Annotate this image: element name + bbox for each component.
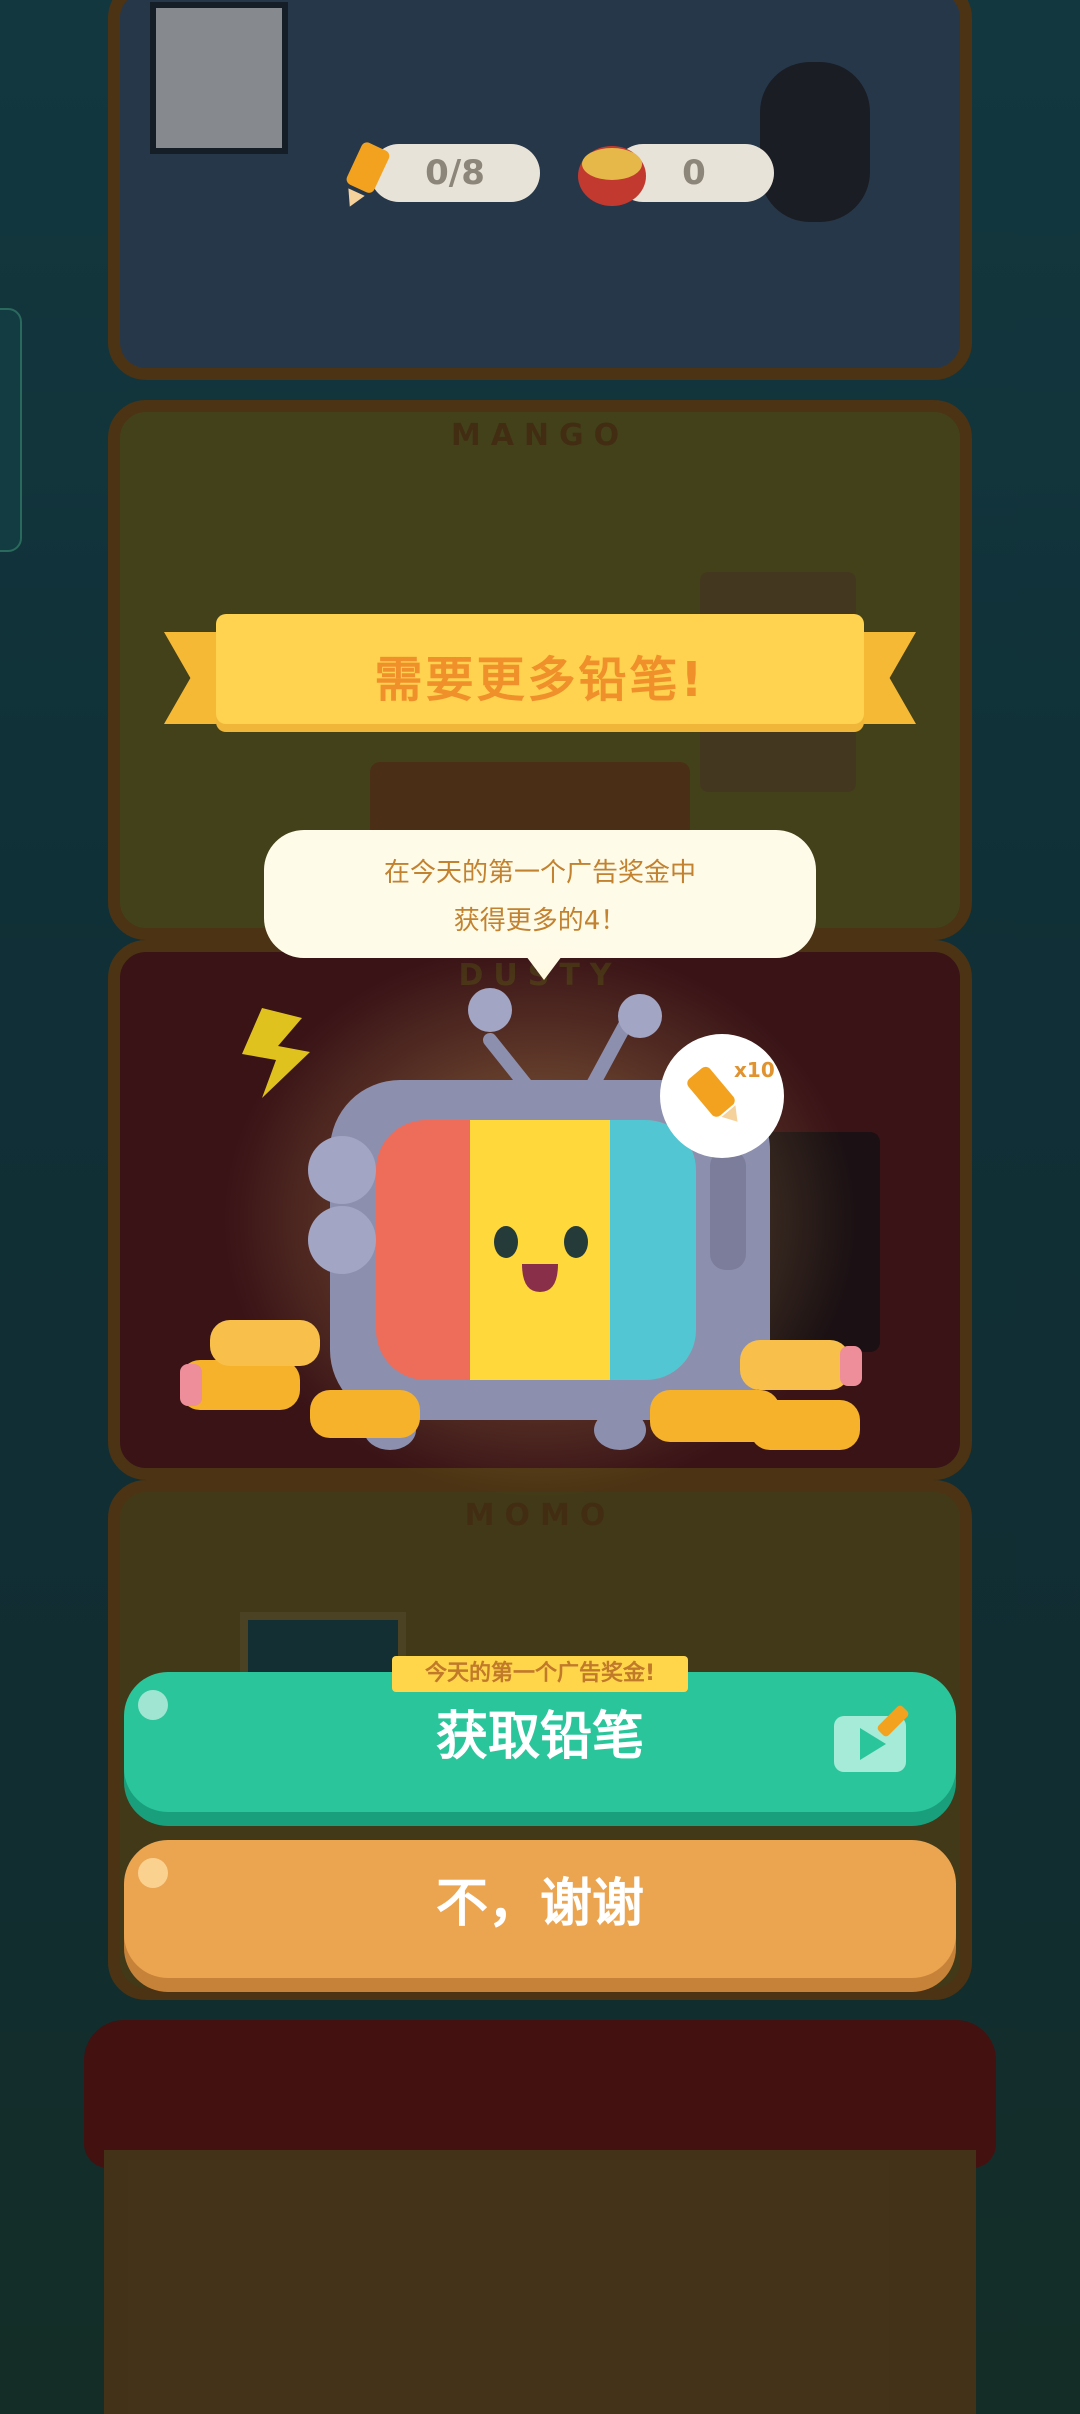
no-thanks-button[interactable]: 不，谢谢 (124, 1840, 956, 1978)
button-gloss (138, 1690, 168, 1720)
pencil-pile-left (180, 1320, 420, 1438)
get-pencils-button[interactable]: 获取铅笔 (124, 1672, 956, 1812)
dialog-title: 需要更多铅笔! (374, 652, 706, 708)
reward-bubble: x10 (660, 1034, 784, 1158)
hud-can-counter: 0 (574, 140, 774, 210)
can-count: 0 (682, 153, 706, 193)
speech-bubble: 在今天的第一个广告奖金中 获得更多的4！ (264, 830, 816, 980)
reward-multiplier: x10 (734, 1058, 775, 1082)
button-gloss (138, 1858, 168, 1888)
title-ribbon: 需要更多铅笔! (164, 614, 916, 734)
video-ad-icon (834, 1705, 909, 1772)
pencil-pile-right (650, 1340, 862, 1450)
bubble-text-line-1: 在今天的第一个广告奖金中 (383, 858, 696, 888)
pencil-icon (346, 142, 390, 207)
bubble-text-line-2: 获得更多的4！ (453, 906, 627, 936)
first-ad-bonus-badge: 今天的第一个广告奖金! (392, 1656, 688, 1692)
pencil-count: 0/8 (425, 153, 485, 193)
ribbon-banner: 需要更多铅笔! (216, 614, 864, 724)
hud-pencil-counter: 0/8 (330, 140, 540, 210)
no-thanks-label: 不，谢谢 (435, 1874, 644, 1934)
food-can-icon (578, 146, 646, 206)
get-pencils-label: 获取铅笔 (435, 1707, 644, 1767)
side-tab[interactable] (0, 308, 22, 552)
